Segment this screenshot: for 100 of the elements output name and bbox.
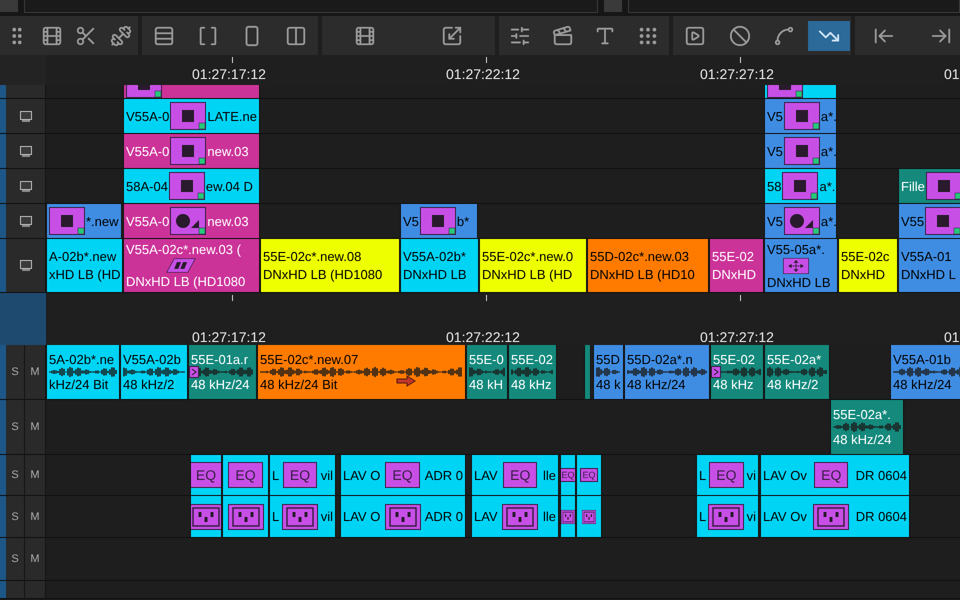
- clip[interactable]: 55D-02c*.new.03 DNxHD LB (HD10: [587, 239, 709, 292]
- clip[interactable]: [123, 85, 260, 98]
- clip[interactable]: V5 a*.: [764, 99, 837, 133]
- eq-plugin-badge[interactable]: EQ: [385, 462, 420, 488]
- clip[interactable]: V55-05a*. DNxHD LB: [764, 239, 838, 292]
- clip[interactable]: EQ: [190, 455, 222, 495]
- clip[interactable]: 55E-02 DNxHD: [709, 239, 764, 292]
- clip[interactable]: 55E-01a.r 48 kHz/24: [188, 345, 257, 399]
- clip[interactable]: *.new: [46, 204, 122, 238]
- clip[interactable]: 58 a*.: [764, 169, 837, 203]
- parallelogram-effect-icon[interactable]: [166, 258, 196, 273]
- plug-socket-icon[interactable]: [813, 504, 850, 530]
- clip[interactable]: [560, 496, 576, 537]
- solo-button[interactable]: S: [11, 510, 19, 522]
- square-effect-icon[interactable]: [926, 172, 960, 200]
- clip[interactable]: V55A-01 DNxHD L: [898, 239, 960, 292]
- clip[interactable]: LAV Ov DR 0604: [760, 496, 910, 537]
- tool-button[interactable]: [808, 20, 850, 50]
- eq-plugin-badge[interactable]: EQ: [282, 462, 318, 488]
- mute-button[interactable]: M: [30, 553, 40, 565]
- clip[interactable]: EQ: [222, 455, 269, 495]
- clip[interactable]: 58A-04 ew.04 D: [123, 169, 260, 203]
- solo-button[interactable]: S: [11, 421, 19, 433]
- clip[interactable]: 5A-02b*.ne kHz/24 Bit: [46, 345, 120, 399]
- plug-socket-icon[interactable]: [708, 504, 744, 530]
- eq-plugin-badge[interactable]: EQ: [580, 468, 598, 482]
- clip[interactable]: V5 b*: [400, 204, 478, 238]
- square-effect-icon[interactable]: [784, 102, 820, 130]
- clip[interactable]: [584, 345, 591, 399]
- plug-socket-icon[interactable]: [502, 504, 538, 530]
- solo-button[interactable]: S: [11, 366, 19, 378]
- clip[interactable]: LAV lle: [471, 496, 559, 537]
- clip[interactable]: LAV Ov EQ DR 0604: [760, 455, 910, 495]
- clip[interactable]: 55E-02 48 kHz: [710, 345, 764, 399]
- eq-plugin-badge[interactable]: EQ: [228, 462, 263, 488]
- monitor-toggle-icon[interactable]: [20, 180, 32, 192]
- plug-socket-icon[interactable]: [384, 504, 421, 530]
- plug-socket-icon[interactable]: [582, 510, 596, 524]
- clip[interactable]: L vi: [696, 496, 759, 537]
- plug-socket-icon[interactable]: [228, 504, 264, 530]
- clip[interactable]: [222, 496, 269, 537]
- clip[interactable]: LAV O ADR 0: [340, 496, 466, 537]
- clip[interactable]: L vil: [269, 496, 336, 537]
- square-effect-icon[interactable]: [925, 207, 960, 235]
- clip[interactable]: V55A-0 new.03: [123, 204, 260, 238]
- plug-socket-icon[interactable]: [561, 510, 575, 524]
- mute-button[interactable]: M: [30, 366, 40, 378]
- clip[interactable]: V55A-02b 48 kHz/2: [120, 345, 188, 399]
- clip[interactable]: EQ: [560, 455, 576, 495]
- solo-button[interactable]: S: [11, 553, 19, 565]
- square-effect-icon[interactable]: [170, 102, 206, 130]
- clip[interactable]: L EQ vi: [696, 455, 759, 495]
- clip[interactable]: 55E-0 48 kH: [466, 345, 508, 399]
- clip[interactable]: [764, 85, 837, 98]
- square-effect-icon[interactable]: [49, 207, 85, 235]
- mute-button[interactable]: M: [30, 421, 40, 433]
- square-effect-icon[interactable]: [420, 207, 456, 235]
- clip[interactable]: 55E-02 48 kHz: [508, 345, 557, 399]
- clip[interactable]: 55D 48 k: [593, 345, 624, 399]
- monitor-toggle-icon[interactable]: [20, 260, 32, 271]
- clip[interactable]: V5 a*.: [764, 204, 837, 238]
- square-effect-icon[interactable]: [168, 172, 205, 200]
- transition-icon[interactable]: [711, 366, 721, 378]
- scroll-thumb[interactable]: [604, 0, 622, 12]
- clip[interactable]: 55E-02a*. 48 kHz/24: [830, 400, 904, 454]
- clip[interactable]: Fille: [898, 169, 960, 203]
- clip[interactable]: L EQ vil: [269, 455, 336, 495]
- clip[interactable]: V55A-0 new.03: [123, 134, 260, 168]
- eq-plugin-badge[interactable]: EQ: [709, 462, 744, 488]
- transition-icon[interactable]: [189, 366, 199, 378]
- clip[interactable]: [576, 496, 602, 537]
- shapes-effect-icon[interactable]: [784, 207, 820, 235]
- clip[interactable]: V55A-02c*.new.03 ( DNxHD LB (HD1080: [123, 239, 260, 292]
- clip[interactable]: 55E-02c*.new.07 48 kHz/24 Bit: [257, 345, 466, 399]
- square-effect-icon[interactable]: [784, 137, 820, 165]
- clip[interactable]: V5 a*.: [764, 134, 837, 168]
- scroll-thumb[interactable]: [0, 0, 18, 12]
- clip[interactable]: 55E-02c DNxHD: [838, 239, 898, 292]
- clip[interactable]: V55A-0 LATE.ne: [123, 99, 260, 133]
- eq-plugin-badge[interactable]: EQ: [814, 462, 848, 488]
- square-effect-icon[interactable]: [170, 137, 206, 165]
- clip[interactable]: 55E-02c*.new.0 DNxHD LB (HD: [479, 239, 587, 292]
- plug-socket-icon[interactable]: [282, 504, 318, 530]
- square-effect-icon[interactable]: [782, 172, 818, 200]
- clip[interactable]: 55E-02c*.new.08 DNxHD LB (HD1080: [260, 239, 400, 292]
- monitor-toggle-icon[interactable]: [20, 216, 32, 226]
- clip[interactable]: LAV O EQ ADR 0: [340, 455, 466, 495]
- eq-plugin-badge[interactable]: EQ: [191, 462, 221, 488]
- monitor-toggle-icon[interactable]: [20, 146, 32, 156]
- eq-plugin-badge[interactable]: EQ: [503, 462, 538, 488]
- clip[interactable]: 55E-02a* 48 kHz/2: [764, 345, 830, 399]
- clip[interactable]: 55D-02a*.n 48 kHz/24: [624, 345, 710, 399]
- clip[interactable]: V55A-01b 48 kHz/24: [890, 345, 960, 399]
- clip[interactable]: [190, 496, 222, 537]
- clip[interactable]: V55A-02b* DNxHD LB: [400, 239, 479, 292]
- move-arrows-icon[interactable]: [783, 258, 809, 274]
- mute-button[interactable]: M: [30, 469, 40, 481]
- mute-button[interactable]: M: [30, 510, 40, 522]
- clip[interactable]: EQ: [576, 455, 602, 495]
- plug-socket-icon[interactable]: [191, 504, 221, 530]
